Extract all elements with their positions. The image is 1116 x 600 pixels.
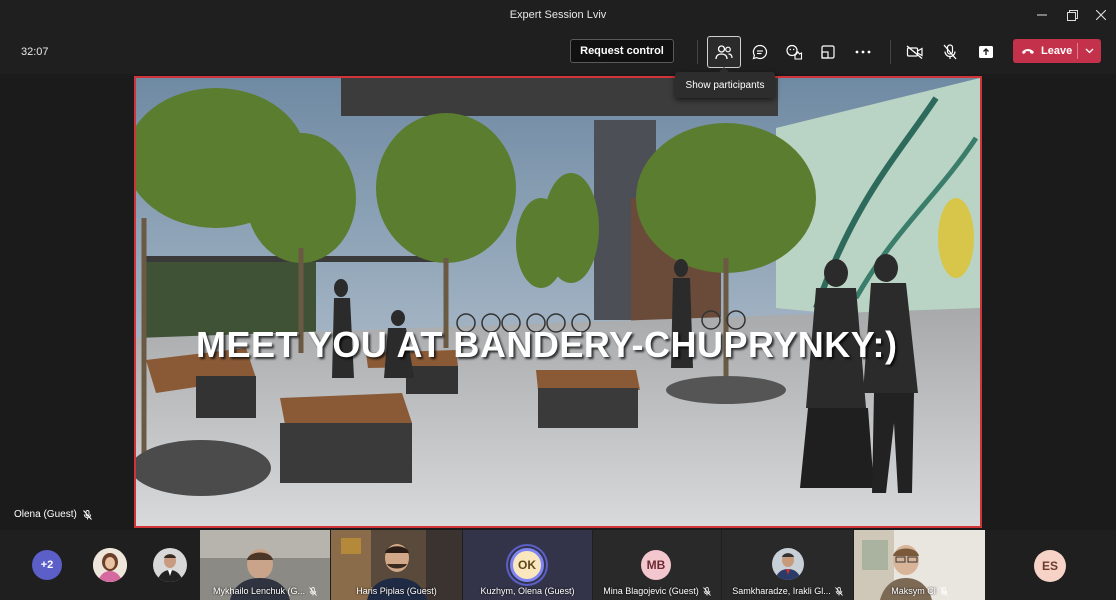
participant-tile[interactable]: OK Kuzhym, Olena (Guest) <box>463 530 592 600</box>
shared-caption-text: MEET YOU AT BANDERY-CHUPRYNKY:) <box>196 324 898 365</box>
avatar-photo <box>772 548 804 580</box>
participant-name: Maksym Cl <box>891 586 936 596</box>
meeting-toolbar: 32:07 Request control Leave <box>0 30 1116 74</box>
toolbar-divider <box>697 40 698 64</box>
participant-avatar[interactable] <box>153 548 187 582</box>
participant-avatar[interactable] <box>93 548 127 582</box>
mic-off-icon <box>309 586 317 596</box>
mic-off-icon <box>82 509 92 520</box>
shared-screen: MEET YOU AT BANDERY-CHUPRYNKY:) <box>134 76 982 528</box>
show-participants-tooltip: Show participants <box>675 67 775 98</box>
rooms-button[interactable] <box>811 36 845 68</box>
phone-icon <box>1022 49 1034 54</box>
avatar-photo <box>153 548 187 582</box>
participant-tile[interactable]: MB Mina Blagojevic (Guest) <box>593 530 721 600</box>
participant-name: Haris Piplas (Guest) <box>356 586 437 596</box>
chat-icon <box>752 44 768 60</box>
participant-name: Mykhailo Lenchuk (G... <box>212 586 306 596</box>
more-actions-button[interactable] <box>846 36 880 68</box>
restore-icon <box>1066 9 1078 21</box>
participant-tile[interactable]: Mykhailo Lenchuk (G... <box>200 530 330 600</box>
show-participants-button[interactable] <box>707 36 741 68</box>
mic-off-icon <box>834 586 843 596</box>
minimize-icon <box>1037 14 1047 16</box>
avatar-photo <box>93 548 127 582</box>
close-button[interactable] <box>1086 4 1116 26</box>
camera-toggle-button[interactable] <box>898 36 932 68</box>
minimize-button[interactable] <box>1027 4 1057 26</box>
mic-off-icon <box>702 586 711 596</box>
participant-strip: +2 Mykhailo Lenchuk (G... Haris Piplas (… <box>0 530 1116 600</box>
close-icon <box>1096 10 1106 20</box>
participants-icon <box>715 45 733 60</box>
reactions-icon <box>785 44 802 60</box>
toolbar-divider <box>890 40 891 64</box>
title-bar: Expert Session Lviv <box>0 0 1116 30</box>
participant-initials-avatar: MB <box>641 550 671 580</box>
restore-button[interactable] <box>1057 4 1087 26</box>
mic-off-icon <box>939 586 948 596</box>
participant-tile[interactable]: Maksym Cl <box>854 530 985 600</box>
reactions-button[interactable] <box>777 36 811 68</box>
participant-name: Mina Blagojevic (Guest) <box>603 586 699 596</box>
presenter-label: Olena (Guest) <box>14 509 92 520</box>
participant-avatar <box>772 548 804 580</box>
leave-options-button[interactable] <box>1078 48 1101 54</box>
meeting-stage: MEET YOU AT BANDERY-CHUPRYNKY:) Olena (G… <box>0 74 1116 530</box>
chevron-down-icon <box>1085 48 1094 54</box>
participant-initials-avatar: OK <box>510 548 544 582</box>
participant-tile[interactable]: Samkharadze, Irakli Gl... <box>722 530 853 600</box>
camera-off-icon <box>906 45 923 59</box>
rooms-icon <box>821 45 835 59</box>
window-title: Expert Session Lviv <box>509 9 607 21</box>
shared-rendering-image <box>136 78 980 526</box>
mic-toggle-button[interactable] <box>933 36 967 68</box>
participant-name: Kuzhym, Olena (Guest) <box>480 586 575 596</box>
participant-initials-avatar[interactable]: ES <box>1034 550 1066 582</box>
chat-button[interactable] <box>743 36 777 68</box>
leave-main[interactable]: Leave <box>1013 39 1077 63</box>
request-control-button[interactable]: Request control <box>570 39 674 63</box>
overflow-participants-badge[interactable]: +2 <box>32 550 62 580</box>
more-icon <box>855 50 871 54</box>
mic-off-icon <box>943 44 957 60</box>
leave-button[interactable]: Leave <box>1013 39 1101 63</box>
participant-name: Samkharadze, Irakli Gl... <box>732 586 831 596</box>
presenter-name: Olena (Guest) <box>14 509 77 520</box>
meeting-timer: 32:07 <box>21 46 49 58</box>
share-content-button[interactable] <box>969 36 1003 68</box>
participant-tile[interactable]: Haris Piplas (Guest) <box>331 530 462 600</box>
leave-label: Leave <box>1041 45 1073 57</box>
share-icon <box>979 46 993 58</box>
